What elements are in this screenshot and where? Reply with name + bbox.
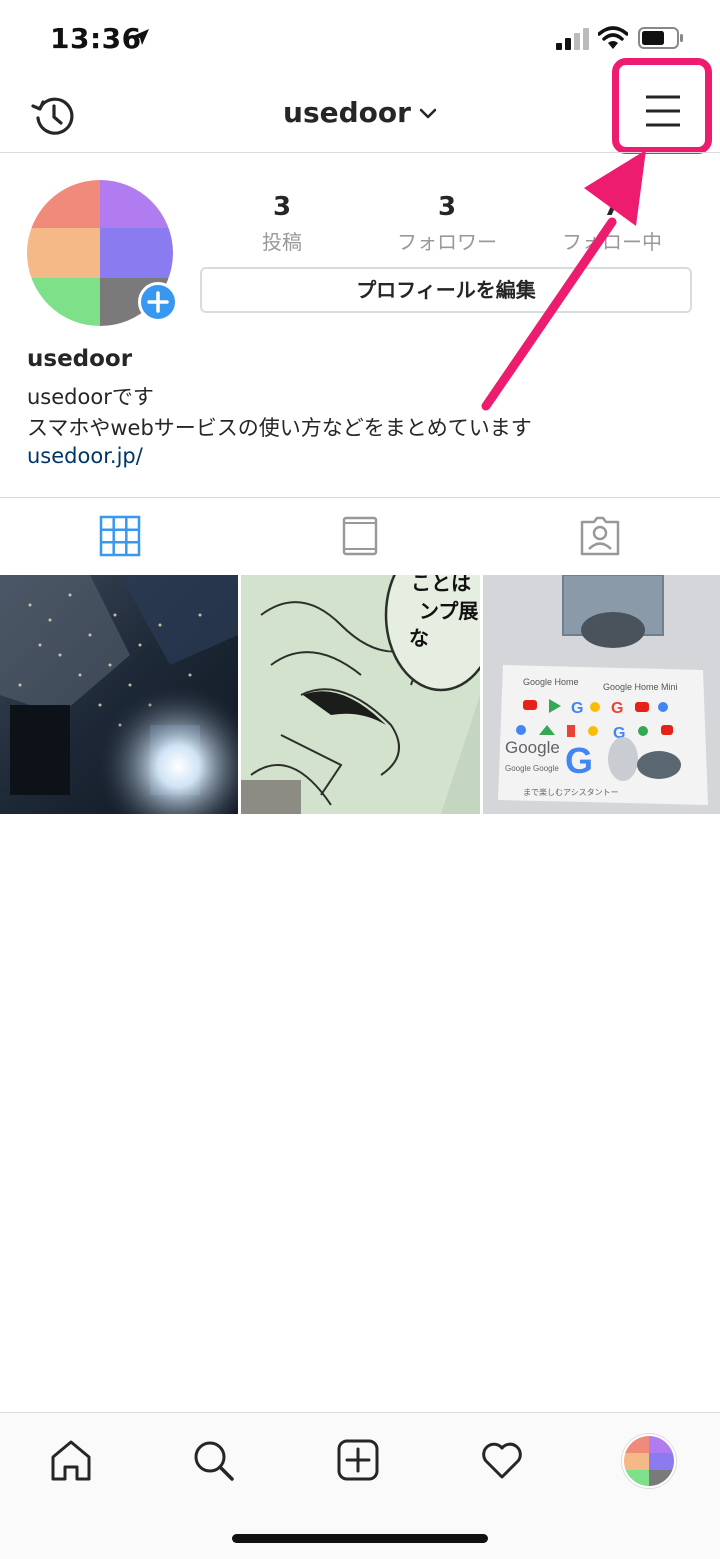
following-count-number: 7 (602, 192, 622, 222)
location-arrow-icon (133, 29, 149, 45)
activity-heart-icon[interactable] (479, 1437, 525, 1483)
add-story-button[interactable] (138, 282, 178, 322)
chevron-down-icon (419, 108, 437, 119)
svg-text:G: G (565, 740, 593, 781)
tab-grid[interactable] (96, 512, 144, 560)
header-username: usedoor (283, 96, 411, 129)
city-night-photo (0, 575, 238, 814)
header-divider (0, 152, 720, 153)
bio-text-line1: usedoorです (27, 385, 154, 409)
followers-count[interactable]: 3 フォロワー (377, 192, 517, 255)
svg-text:Google: Google (505, 738, 560, 757)
wifi-icon (598, 26, 628, 49)
svg-text:Google Google: Google Google (505, 764, 559, 773)
tagged-photos-icon (580, 516, 620, 556)
home-indicator (232, 1534, 488, 1543)
tabs-divider (0, 497, 720, 498)
post-thumbnail-3[interactable]: Google Home Google Home Mini G G G Googl… (483, 575, 720, 814)
following-count[interactable]: 7 フォロー中 (542, 192, 682, 255)
search-icon[interactable] (190, 1437, 236, 1483)
svg-text:な: な (409, 627, 429, 650)
status-time: 13:36 (50, 22, 142, 55)
svg-text:G: G (571, 700, 583, 717)
battery-icon (638, 27, 683, 49)
tab-tagged[interactable] (576, 512, 624, 560)
profile-avatar-icon (624, 1436, 674, 1486)
followers-count-number: 3 (437, 192, 457, 222)
feed-view-icon (342, 516, 378, 556)
svg-text:Google Home Mini: Google Home Mini (603, 682, 678, 692)
svg-text:ことは: ことは (411, 575, 471, 595)
annotation-highlight-box (612, 58, 712, 154)
post-thumbnail-2[interactable]: ことは ンプ展 な (241, 575, 480, 814)
google-home-stickers-photo: Google Home Google Home Mini G G G Googl… (483, 575, 720, 814)
plus-icon (147, 291, 169, 313)
edit-profile-button[interactable]: プロフィールを編集 (200, 267, 692, 313)
profile-website-link[interactable]: usedoor.jp/ (27, 444, 143, 468)
tab-feed[interactable] (336, 512, 384, 560)
profile-tab-avatar[interactable] (622, 1434, 676, 1488)
posts-count-number: 3 (272, 192, 292, 222)
svg-text:Google Home: Google Home (523, 677, 579, 687)
posts-count-label: 投稿 (262, 230, 302, 254)
svg-text:まで楽しむアシスタントー: まで楽しむアシスタントー (523, 787, 619, 797)
svg-text:G: G (611, 700, 623, 717)
new-post-icon[interactable] (335, 1437, 381, 1483)
following-count-label: フォロー中 (562, 230, 662, 254)
svg-text:ンプ展: ンプ展 (419, 600, 478, 623)
post-thumbnail-1[interactable] (0, 575, 238, 814)
bio-text-line2: スマホやwebサービスの使い方などをまとめています (27, 416, 532, 440)
manga-exhibit-photo: ことは ンプ展 な (241, 575, 480, 814)
profile-name: usedoor (27, 346, 133, 372)
followers-count-label: フォロワー (397, 230, 497, 254)
cell-signal-icon (556, 28, 589, 50)
home-icon[interactable] (48, 1437, 94, 1483)
posts-count: 3 投稿 (212, 192, 352, 255)
grid-icon (99, 515, 141, 557)
